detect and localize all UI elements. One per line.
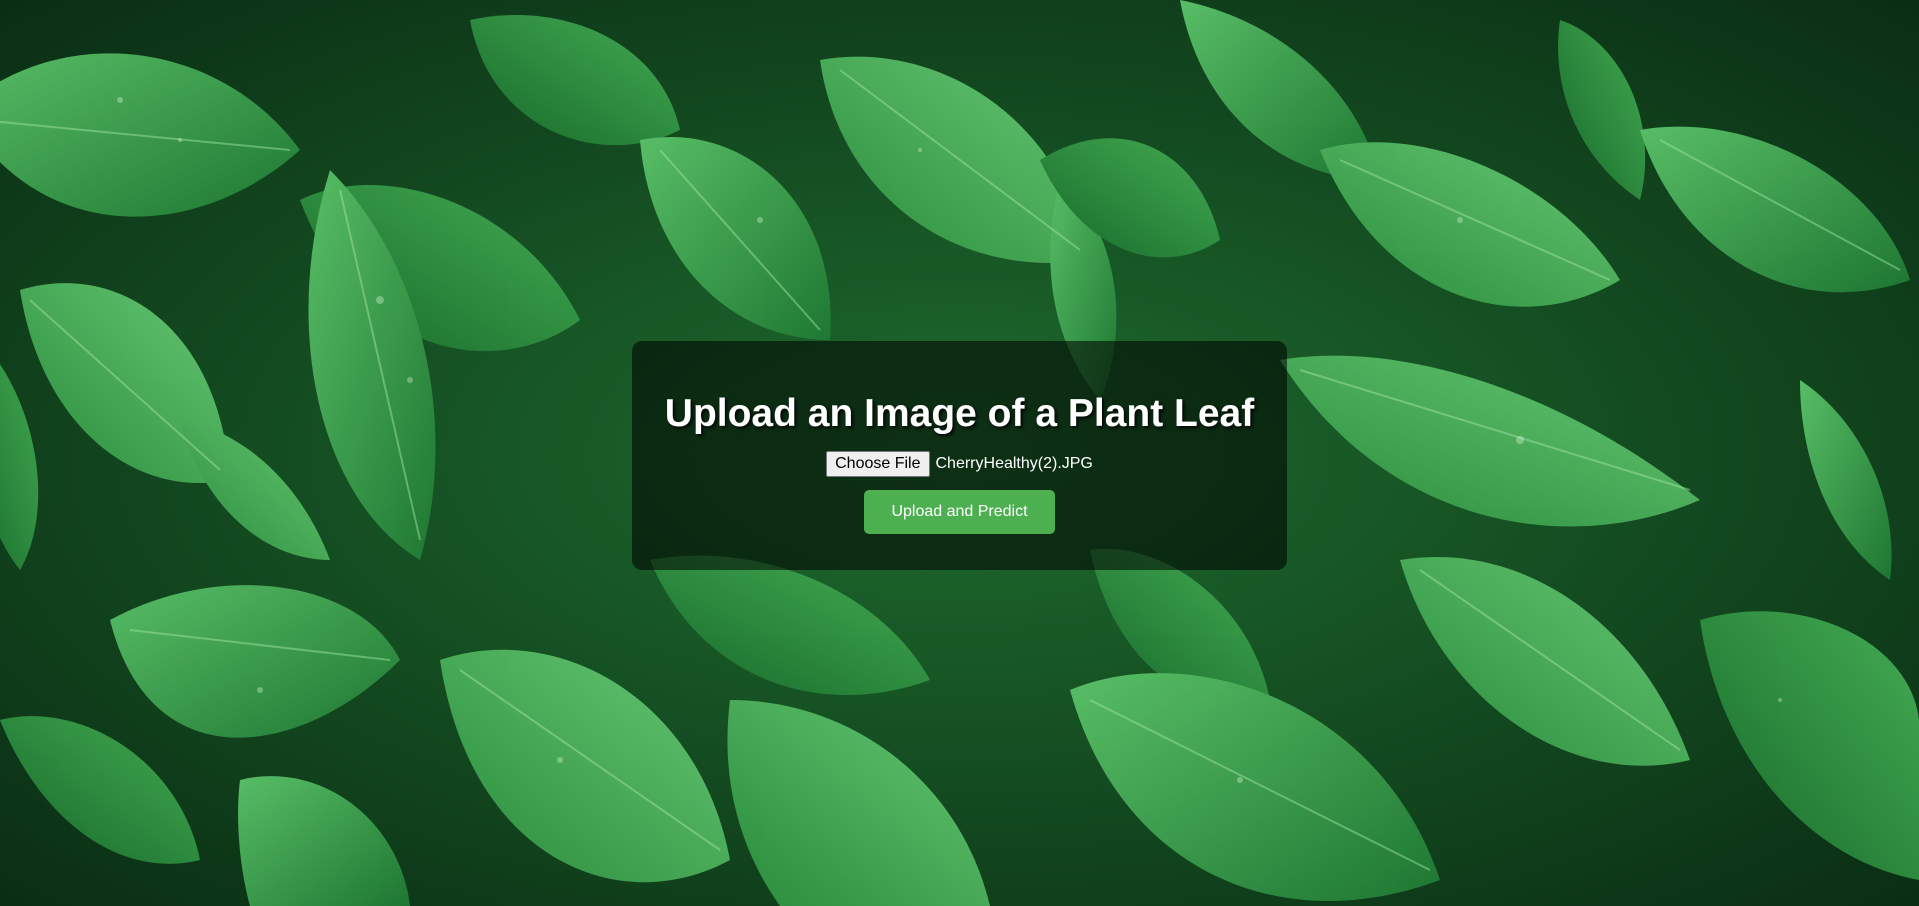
page-title: Upload an Image of a Plant Leaf xyxy=(664,392,1255,435)
selected-file-name: CherryHealthy(2).JPG xyxy=(935,455,1093,472)
choose-file-button[interactable]: Choose File xyxy=(826,451,930,477)
upload-panel: Upload an Image of a Plant Leaf Choose F… xyxy=(632,341,1287,570)
file-input[interactable]: Choose File CherryHealthy(2).JPG xyxy=(826,451,1093,477)
page: Upload an Image of a Plant Leaf Choose F… xyxy=(0,0,1919,906)
upload-and-predict-button[interactable]: Upload and Predict xyxy=(864,490,1055,534)
